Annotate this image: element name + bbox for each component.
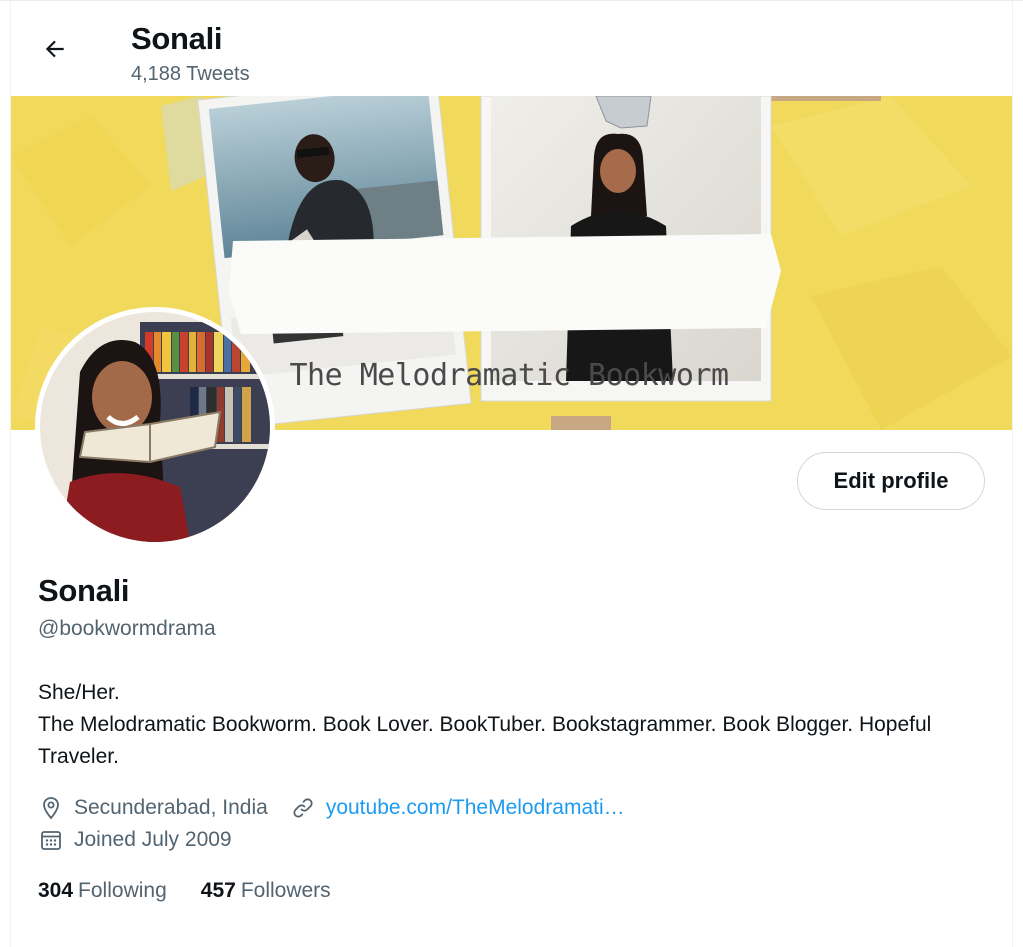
location-text: Secunderabad, India <box>74 796 268 819</box>
following-count: 304 <box>38 879 74 902</box>
joined-date: Joined July 2009 <box>74 828 232 851</box>
followers-label: Followers <box>240 879 331 902</box>
avatar[interactable] <box>35 307 275 547</box>
follow-stats: 304 Following 457 Followers <box>38 879 365 903</box>
avatar-photo <box>40 312 270 542</box>
bio-description: The Melodramatic Bookworm. Book Lover. B… <box>38 713 932 768</box>
link-icon <box>290 795 316 821</box>
column-border-right <box>1012 1 1013 947</box>
following-link[interactable]: 304 Following <box>38 879 167 903</box>
header-title: Sonali <box>131 21 223 56</box>
bio-pronouns: She/Her. <box>38 681 120 704</box>
joined-row: Joined July 2009 <box>38 827 232 853</box>
edit-profile-button[interactable]: Edit profile <box>797 452 985 510</box>
tweet-count: 4,188 Tweets <box>131 63 250 85</box>
banner-title: The Melodramatic Bookworm <box>289 358 729 393</box>
calendar-icon <box>38 827 64 853</box>
profile-meta-row: Secunderabad, India youtube.com/TheMelod… <box>38 795 625 821</box>
profile-page: Sonali 4,188 Tweets The Melodramatic Boo… <box>0 0 1023 947</box>
display-name: Sonali <box>38 573 130 608</box>
location-pin-icon <box>38 795 64 821</box>
followers-count: 457 <box>200 879 236 902</box>
profile-header-bar: Sonali 4,188 Tweets <box>11 1 1012 96</box>
back-button[interactable] <box>35 29 75 69</box>
banner-title-stroke <box>229 234 781 334</box>
following-label: Following <box>78 879 167 902</box>
bio: She/Her. The Melodramatic Bookworm. Book… <box>38 677 978 773</box>
user-handle: @bookwormdrama <box>38 617 216 640</box>
arrow-left-icon <box>45 40 64 58</box>
website-link[interactable]: youtube.com/TheMelodramati… <box>326 796 625 820</box>
followers-link[interactable]: 457 Followers <box>201 879 331 903</box>
